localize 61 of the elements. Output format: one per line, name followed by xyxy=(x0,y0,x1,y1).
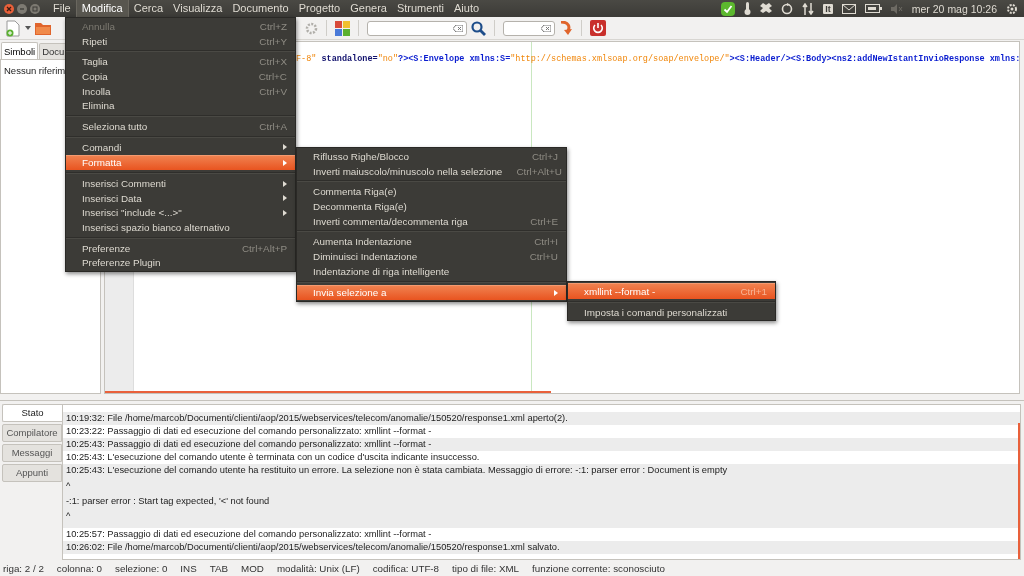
menu-item[interactable]: Seleziona tutto Ctrl+A xyxy=(66,119,295,134)
menu-item[interactable]: Imposta i comandi personalizzati xyxy=(568,304,775,320)
menu-item[interactable]: Decommenta Riga(e) xyxy=(297,199,566,214)
menu-item[interactable]: Comandi xyxy=(66,139,295,155)
menu-item[interactable]: Riflusso Righe/Blocco Ctrl+J xyxy=(297,149,566,164)
menu-item[interactable]: Strumenti xyxy=(391,0,449,17)
log-line: -:1: parser error : Start tag expected, '<' not found xyxy=(66,495,271,507)
sidebar-message: Nessun riferim xyxy=(3,64,67,78)
menu-item[interactable]: Ripeti Ctrl+Y xyxy=(66,33,295,49)
log-line: 10:25:43: Passaggio di dati ed esecuzione del comando personalizzato: xmllint --format - xyxy=(66,438,433,451)
code-line: F-8" standalone="no"?><S:Envelope xmlns:S="http://schemas.xmlsoap.org/soap/envelope/"><S:Header/><S:Body><ns2:addNewIstantInvioResponse xmlns: xyxy=(296,54,1019,64)
menu-item[interactable]: Incolla Ctrl+V xyxy=(66,83,295,99)
keyboard-layout[interactable]: It xyxy=(823,3,833,14)
menu-item[interactable]: Inserisci Commenti xyxy=(66,176,295,191)
menu-item[interactable]: Elimina xyxy=(66,98,295,114)
panel-tab[interactable]: Compilatore xyxy=(2,424,62,442)
menu-item[interactable]: Aumenta Indentazione Ctrl+I xyxy=(297,234,566,250)
menu-item[interactable]: Preferenze Ctrl+Alt+P xyxy=(66,240,295,256)
menu-item[interactable]: Inverti maiuscolo/minuscolo nella selezione Ctrl+Alt+U xyxy=(297,163,566,179)
menu-item[interactable]: Genera xyxy=(345,0,392,17)
menu-item[interactable]: Copia Ctrl+C xyxy=(66,69,295,84)
log-line: ^ xyxy=(66,510,72,522)
menu-item[interactable]: Visualizza xyxy=(168,0,228,17)
clock: mer 20 mag 10:26 xyxy=(911,2,997,15)
menu-item[interactable]: Inserisci spazio bianco alternativo xyxy=(66,220,295,235)
status-field: tipo di file: XML xyxy=(452,562,520,574)
status-field: INS xyxy=(180,562,197,574)
log-line: 10:19:32: File /home/marcob/Documenti/clienti/aop/2015/webservices/telecom/anomalie/150520/response1.xml aperto(2). xyxy=(66,412,569,425)
log-line: 10:25:43: L'esecuzione del comando utente è terminata con un codice d'uscita indicante insuccesso. xyxy=(66,451,481,464)
menu-item[interactable]: Commenta Riga(e) xyxy=(297,184,566,200)
status-field: selezione: 0 xyxy=(115,562,168,574)
menu-item[interactable]: Taglia Ctrl+X xyxy=(66,54,295,70)
menu-item[interactable]: File xyxy=(48,0,76,17)
log-line: 10:25:43: L'esecuzione del comando utente ha restituito un errore. La selezione non è stata cambiata. Messaggio di errore: -:1: parser error : Document is empty xyxy=(66,464,729,477)
sidebar-tab[interactable]: Simboli xyxy=(1,42,39,59)
log-line: 10:25:57: Passaggio di dati ed esecuzione del comando personalizzato: xmllint --format - xyxy=(66,528,433,541)
sidebar-tab[interactable]: Docu xyxy=(39,43,68,59)
menu-item[interactable]: Progetto xyxy=(293,0,346,17)
menu-item[interactable]: Documento xyxy=(227,0,294,17)
menu-item[interactable]: Cerca xyxy=(128,0,169,17)
status-field: TAB xyxy=(209,562,229,574)
panel-tab[interactable]: Appunti xyxy=(2,464,62,482)
menu-item[interactable]: Inverti commenta/decommenta riga Ctrl+E xyxy=(297,213,566,229)
menu-item[interactable]: Diminuisci Indentazione Ctrl+U xyxy=(297,249,566,264)
status-field: codifica: UTF-8 xyxy=(372,562,440,574)
log-line: 10:26:02: File /home/marcob/Documenti/clienti/aop/2015/webservices/telecom/anomalie/150520/response1.xml salvato. xyxy=(66,541,561,554)
panel-tab[interactable]: Stato xyxy=(2,404,62,422)
status-field: colonna: 0 xyxy=(56,562,103,574)
menu-item[interactable]: Inserisci Data xyxy=(66,190,295,206)
log-line: 10:23:22: Passaggio di dati ed esecuzione del comando personalizzato: xmllint --format - xyxy=(66,425,433,438)
status-field: modalità: Unix (LF) xyxy=(276,562,360,574)
log-line: ^ xyxy=(66,480,72,492)
menu-item[interactable]: Aiuto xyxy=(449,0,485,17)
menu-item[interactable]: Inserisci "include <...>" xyxy=(66,205,295,221)
panel-tab[interactable]: Messaggi xyxy=(2,444,62,462)
status-field: riga: 2 / 2 xyxy=(3,562,44,574)
menu-item[interactable]: Modifica xyxy=(75,0,129,17)
status-field: MOD xyxy=(241,562,264,574)
menu-item[interactable]: Indentazione di riga intelligente xyxy=(297,263,566,279)
menu-item[interactable]: Preferenze Plugin xyxy=(66,255,295,271)
status-field: funzione corrente: sconosciuto xyxy=(532,562,665,574)
